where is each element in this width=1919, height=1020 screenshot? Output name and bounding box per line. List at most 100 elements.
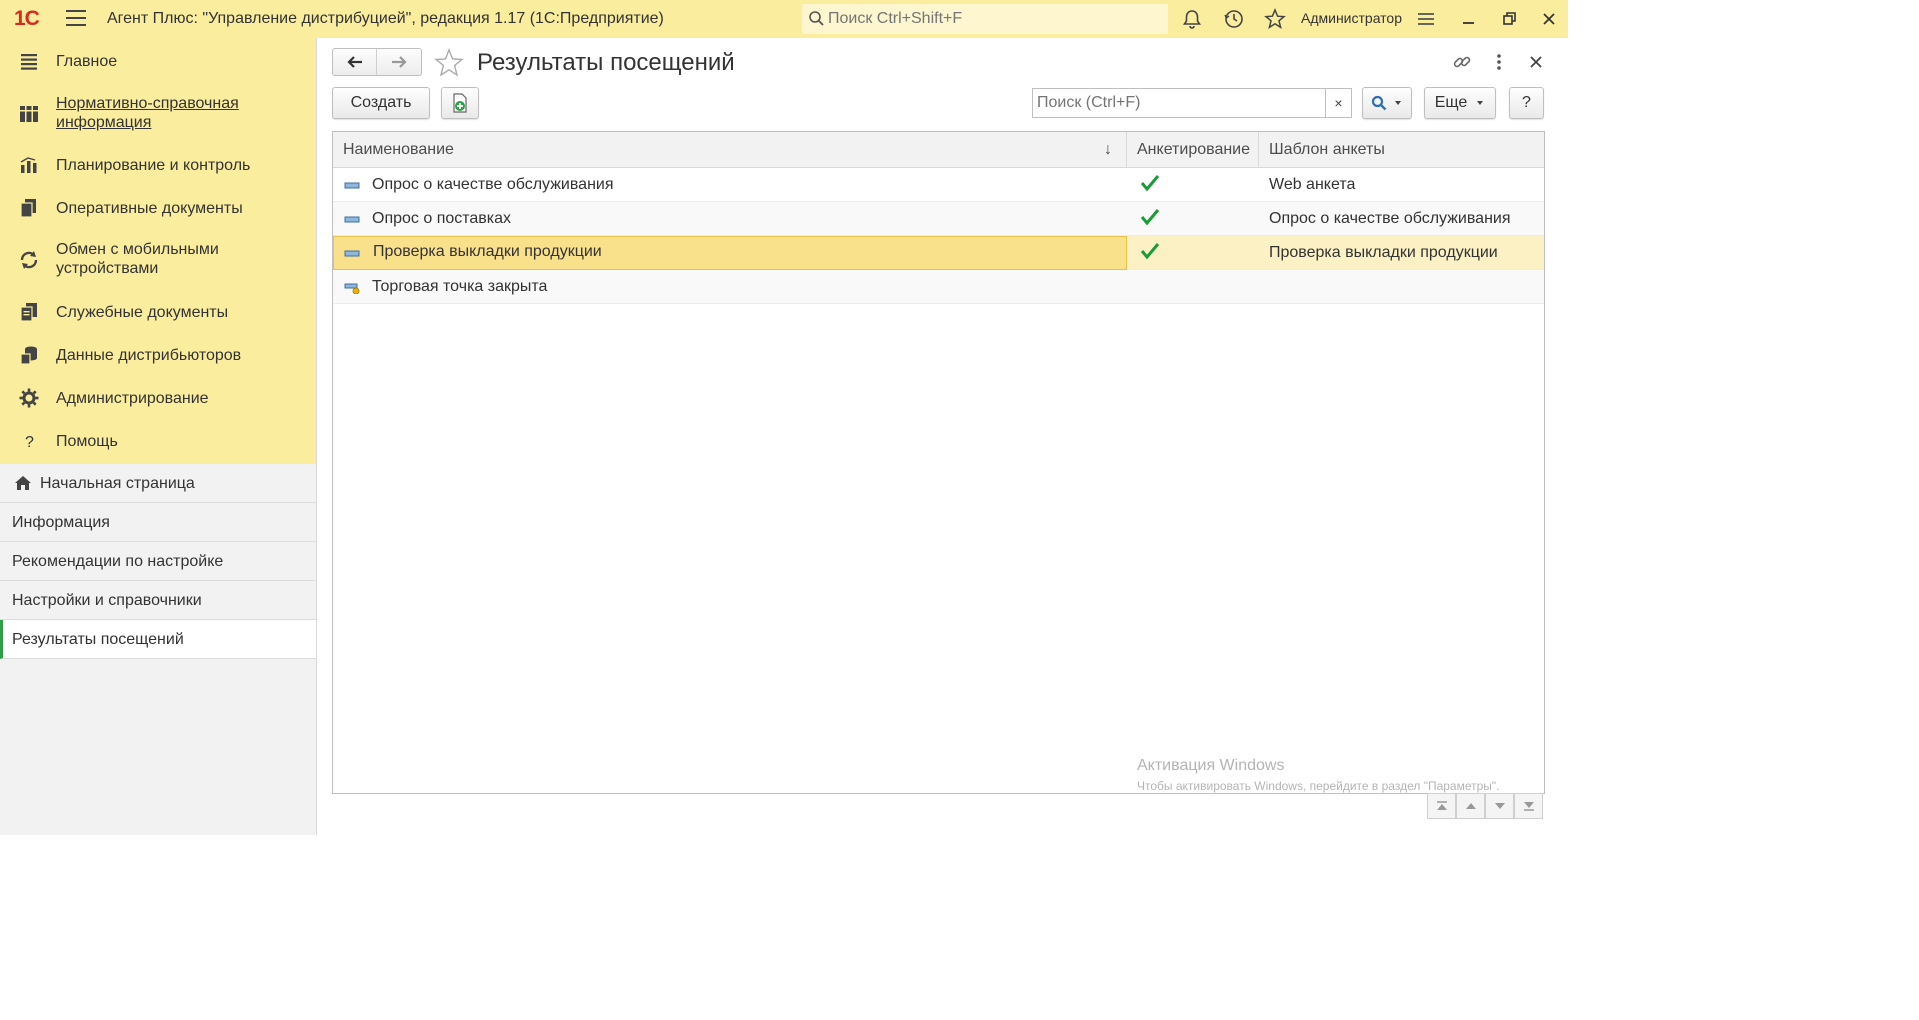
section-label: Администрирование xyxy=(56,390,209,407)
help-icon: ? xyxy=(25,434,34,451)
close-window-icon[interactable] xyxy=(1538,8,1560,30)
section-label: Помощь xyxy=(56,433,118,450)
dropdown-arrow-icon xyxy=(1477,101,1484,105)
open-window-label: Рекомендации по настройке xyxy=(12,553,224,570)
copy-button[interactable] xyxy=(441,87,479,119)
scroll-up-button[interactable] xyxy=(1456,793,1485,819)
section-label: Главное xyxy=(56,53,118,70)
title-bar: 1С Агент Плюс: "Управление дистрибуцией"… xyxy=(0,0,1568,38)
restore-icon[interactable] xyxy=(1499,8,1521,30)
section-label: Планирование и контроль xyxy=(56,157,251,174)
cell-name: Опрос о качестве обслуживания xyxy=(372,176,614,193)
table-row[interactable]: Опрос о поставках Опрос о качестве обслу… xyxy=(333,202,1544,236)
help-button[interactable]: ? xyxy=(1509,87,1544,119)
section-label: Служебные документы xyxy=(56,304,229,321)
settings-menu-icon[interactable] xyxy=(1415,8,1437,30)
section-label: Обмен с мобильными устройствами xyxy=(56,241,219,277)
open-window-recommendations[interactable]: Рекомендации по настройке xyxy=(0,542,316,581)
arrow-left-icon xyxy=(346,56,362,68)
add-to-favorites-icon[interactable] xyxy=(434,48,464,78)
section-distributor-data[interactable]: Данные дистрибьюторов xyxy=(0,344,316,368)
column-header-template[interactable]: Шаблон анкеты xyxy=(1259,132,1544,168)
cell-template: Проверка выкладки продукции xyxy=(1269,244,1498,261)
column-header-survey[interactable]: Анкетирование xyxy=(1127,132,1259,168)
user-name[interactable]: Администратор xyxy=(1301,10,1402,26)
create-button[interactable]: Создать xyxy=(332,87,430,119)
table-row[interactable]: Опрос о качестве обслуживания Web анкета xyxy=(333,168,1544,202)
table-header: Наименование ↓ Анкетирование Шаблон анке… xyxy=(333,132,1544,168)
favorites-star-icon[interactable] xyxy=(1264,8,1286,30)
cell-template: Опрос о качестве обслуживания xyxy=(1269,210,1511,227)
documents-icon xyxy=(20,199,36,218)
open-window-label: Начальная страница xyxy=(40,475,195,492)
table-row[interactable]: Торговая точка закрыта xyxy=(333,270,1544,304)
section-label: Нормативно-справочная информация xyxy=(56,95,239,131)
home-icon xyxy=(15,476,31,490)
table-row-selected[interactable]: Проверка выкладки продукции Проверка вык… xyxy=(333,236,1544,270)
column-header-label: Наименование xyxy=(343,141,454,158)
section-main[interactable]: Главное xyxy=(0,50,316,74)
more-actions-icon[interactable] xyxy=(1489,52,1509,72)
global-search-input[interactable] xyxy=(828,4,1158,34)
list-search-field[interactable]: × xyxy=(1032,88,1352,118)
service-documents-icon xyxy=(20,303,37,322)
form-area: Результаты посещений Создать × Еще ? Наи… xyxy=(317,38,1568,835)
cell-name: Торговая точка закрыта xyxy=(372,278,548,295)
navigation-buttons xyxy=(332,48,422,76)
open-window-info[interactable]: Информация xyxy=(0,503,316,542)
back-button[interactable] xyxy=(333,49,378,75)
section-planning[interactable]: Планирование и контроль xyxy=(0,154,316,178)
sync-icon xyxy=(20,251,38,269)
arrow-right-icon xyxy=(392,56,407,68)
section-reference[interactable]: Нормативно-справочная информация xyxy=(0,94,316,134)
windows-activation-title: Активация Windows xyxy=(1137,757,1285,774)
link-icon[interactable] xyxy=(1452,52,1472,72)
section-mobile-exchange[interactable]: Обмен с мобильными устройствами xyxy=(0,240,316,280)
cell-template: Web анкета xyxy=(1269,176,1356,193)
distributor-data-icon xyxy=(20,346,37,365)
checkmark-icon xyxy=(1140,209,1160,226)
open-window-label: Результаты посещений xyxy=(12,631,184,648)
history-icon[interactable] xyxy=(1223,8,1245,30)
open-window-visit-results[interactable]: Результаты посещений xyxy=(0,620,316,659)
sections-panel: Главное Нормативно-справочная информация… xyxy=(0,38,316,464)
scroll-to-top-button[interactable] xyxy=(1427,793,1456,819)
minimize-icon[interactable] xyxy=(1458,8,1480,30)
arrow-down-icon xyxy=(1494,803,1505,809)
cell-name: Проверка выкладки продукции xyxy=(333,236,1127,270)
global-search[interactable] xyxy=(802,4,1168,34)
arrow-bottom-icon xyxy=(1523,802,1534,811)
main-menu-icon[interactable] xyxy=(66,10,86,26)
arrow-up-icon xyxy=(1465,803,1476,809)
more-button[interactable]: Еще xyxy=(1424,87,1496,119)
checkmark-icon xyxy=(1140,243,1160,260)
1c-logo[interactable]: 1С xyxy=(14,7,40,31)
open-windows-list: Начальная страница Информация Рекомендац… xyxy=(0,464,316,659)
open-window-home[interactable]: Начальная страница xyxy=(0,464,316,503)
scroll-to-bottom-button[interactable] xyxy=(1514,793,1543,819)
column-header-name[interactable]: Наименование ↓ xyxy=(333,132,1127,168)
clear-search-button[interactable]: × xyxy=(1325,89,1351,117)
app-title: Агент Плюс: "Управление дистрибуцией", р… xyxy=(107,10,664,27)
visit-results-table: Наименование ↓ Анкетирование Шаблон анке… xyxy=(332,131,1545,794)
dropdown-arrow-icon xyxy=(1395,101,1401,105)
list-search-input[interactable] xyxy=(1037,89,1322,117)
bell-icon[interactable] xyxy=(1181,8,1203,30)
sort-descending-icon: ↓ xyxy=(1104,141,1112,158)
scroll-down-button[interactable] xyxy=(1485,793,1514,819)
section-operational-docs[interactable]: Оперативные документы xyxy=(0,197,316,221)
bar-chart-icon xyxy=(20,157,37,173)
gear-icon xyxy=(19,388,39,408)
close-form-icon[interactable] xyxy=(1526,52,1546,72)
column-header-label: Анкетирование xyxy=(1137,141,1251,158)
search-options-button[interactable] xyxy=(1362,87,1412,119)
forward-button[interactable] xyxy=(377,49,421,75)
section-service-docs[interactable]: Служебные документы xyxy=(0,301,316,325)
list-icon xyxy=(21,54,37,70)
arrow-top-icon xyxy=(1436,801,1447,810)
form-title: Результаты посещений xyxy=(477,49,735,76)
cell-name: Опрос о поставках xyxy=(372,210,512,227)
section-administration[interactable]: Администрирование xyxy=(0,387,316,411)
open-window-settings[interactable]: Настройки и справочники xyxy=(0,581,316,620)
section-help[interactable]: ? Помощь xyxy=(0,430,316,454)
